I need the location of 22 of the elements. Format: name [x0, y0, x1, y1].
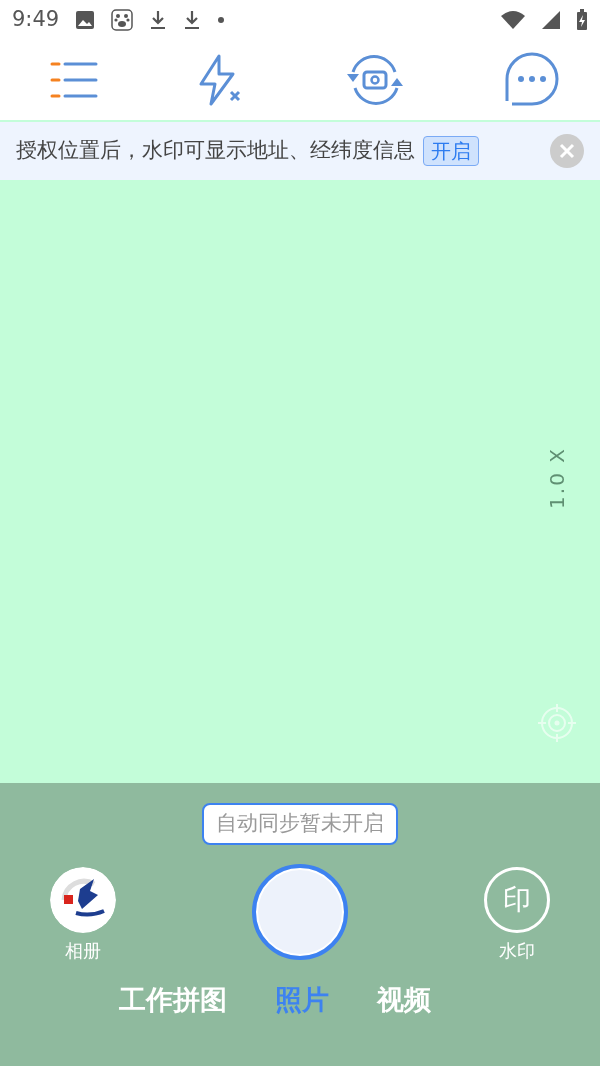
download-icon	[183, 10, 202, 30]
mode-tab[interactable]: 工作拼图	[119, 979, 227, 1020]
image-icon	[75, 10, 96, 30]
mode-tab[interactable]: 视频	[377, 979, 431, 1020]
switch-camera-icon[interactable]	[344, 52, 405, 108]
enable-button[interactable]: 开启	[423, 136, 479, 166]
dot-icon	[217, 16, 226, 24]
battery-icon	[576, 9, 588, 31]
location-prompt: 授权位置后，水印可显示地址、经纬度信息	[16, 137, 415, 165]
download-icon	[149, 10, 168, 30]
zoom-level[interactable]: 1.0 X	[545, 443, 569, 513]
status-time: 9:49	[12, 6, 60, 34]
watermark-label: 水印	[499, 938, 535, 963]
signal-icon	[542, 11, 560, 29]
wifi-icon	[500, 10, 526, 30]
watermark-button[interactable]: 印	[484, 866, 550, 933]
menu-icon[interactable]	[50, 60, 98, 100]
mode-tab[interactable]: 照片	[275, 979, 329, 1020]
sync-notice: 自动同步暂未开启	[202, 803, 398, 845]
chat-bubble-icon[interactable]	[504, 52, 560, 108]
album-label: 相册	[65, 938, 101, 963]
paw-icon	[111, 9, 134, 31]
